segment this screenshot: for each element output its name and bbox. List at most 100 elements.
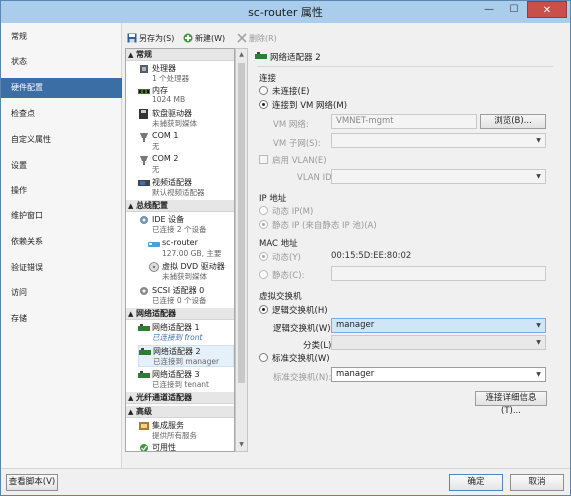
static-mac-field[interactable] <box>331 266 546 281</box>
nav-item[interactable]: 访问 <box>1 283 122 303</box>
vm-subnet-select[interactable]: ▼ <box>331 133 546 148</box>
category-bus[interactable]: ▲ 总线配置 <box>126 200 234 212</box>
tree-item-cpu[interactable]: 处理器 1 个处理器 <box>138 63 234 83</box>
delete-label: 删除(R) <box>249 34 277 43</box>
nav-item[interactable]: 自定义属性 <box>1 130 122 150</box>
tree-item-floppy[interactable]: 软盘驱动器 未捕获到媒体 <box>138 108 234 128</box>
tree-item-dvd[interactable]: 虚拟 DVD 驱动器 未捕获到媒体 <box>148 261 234 281</box>
serial-port-icon <box>140 156 148 165</box>
delete-button[interactable]: 删除(R) <box>237 32 277 46</box>
dynamic-mac-radio[interactable] <box>259 252 268 261</box>
category-label: 光纤通道适配器 <box>136 393 192 402</box>
vswitch-section-title: 虚拟交换机 <box>259 292 302 302</box>
tree-item-availability[interactable]: 可用性 <box>138 442 234 452</box>
standard-switch-select[interactable]: manager ▼ <box>331 367 546 382</box>
tree-item-com1[interactable]: COM 1 无 <box>138 131 234 151</box>
tree-item-com2[interactable]: COM 2 无 <box>138 154 234 174</box>
tree-item-nic2[interactable]: 网络适配器 2 已连接到 manager <box>138 345 234 367</box>
availability-icon <box>140 444 148 451</box>
nav-item[interactable]: 状态 <box>1 52 122 72</box>
standard-switch-radio[interactable] <box>259 353 268 362</box>
category-network[interactable]: ▲ 网络适配器 <box>126 308 234 320</box>
vm-subnet-label: VM 子网(S): <box>273 139 321 149</box>
serial-port-icon <box>140 133 148 142</box>
memory-icon <box>138 89 150 94</box>
tree-item-subtext: 已连接 2 个设备 <box>152 225 207 234</box>
tree-item-integration[interactable]: 集成服务 提供所有服务 <box>138 420 234 440</box>
nav-item[interactable]: 常规 <box>1 27 122 47</box>
vlan-id-select[interactable]: ▼ <box>331 169 546 184</box>
logical-switch-select[interactable]: manager ▼ <box>331 318 546 333</box>
tree-item-label: COM 1 <box>152 131 179 140</box>
tree-item-ide[interactable]: IDE 设备 已连接 2 个设备 <box>138 214 234 234</box>
static-mac-radio[interactable] <box>259 270 268 279</box>
nav-item[interactable]: 检查点 <box>1 104 122 124</box>
tree-item-label: 可用性 <box>152 443 176 452</box>
tree-item-subtext: 1 个处理器 <box>152 74 190 83</box>
delete-icon <box>237 33 247 43</box>
nav-item[interactable]: 操作 <box>1 181 122 201</box>
nav-item[interactable]: 硬件配置 <box>1 78 122 98</box>
dynamic-ip-radio[interactable] <box>259 206 268 215</box>
tree-item-subtext: 已连接到 front <box>152 333 203 342</box>
cancel-button[interactable]: 取消 <box>510 474 564 491</box>
new-button[interactable]: 新建(W) <box>183 32 225 46</box>
connect-vm-network-label: 连接到 VM 网络(M) <box>272 101 348 111</box>
category-label: 高级 <box>136 407 152 416</box>
view-script-button[interactable]: 查看脚本(V) <box>6 474 58 491</box>
ok-button[interactable]: 确定 <box>449 474 503 491</box>
tree-item-scsi[interactable]: SCSI 适配器 0 已连接 0 个设备 <box>138 285 234 305</box>
tree-item-subtext: 127.00 GB, 主要 <box>162 249 222 258</box>
classification-label: 分类(L): <box>303 341 335 351</box>
save-as-button[interactable]: 另存为(S) <box>127 32 174 46</box>
network-adapter-icon <box>138 324 150 331</box>
tree-item-nic3[interactable]: 网络适配器 3 已连接到 tenant <box>138 369 234 389</box>
tree-item-subtext: 无 <box>152 142 160 151</box>
nav-item[interactable]: 存储 <box>1 309 122 329</box>
tree-item-video[interactable]: 视频适配器 默认视频适配器 <box>138 177 234 197</box>
category-fibre-channel[interactable]: ▲ 光纤通道适配器 <box>126 392 234 404</box>
nav-item[interactable]: 依赖关系 <box>1 232 122 252</box>
tree-item-subtext: 提供所有服务 <box>152 431 197 440</box>
scroll-thumb[interactable] <box>238 63 245 383</box>
connection-details-button[interactable]: 连接详细信息(T)... <box>475 391 547 416</box>
tree-item-nic1[interactable]: 网络适配器 1 已连接到 front <box>138 322 234 342</box>
scroll-up-icon[interactable]: ▲ <box>236 49 247 61</box>
category-general[interactable]: ▲ 常规 <box>126 49 234 61</box>
bottom-bar: 查看脚本(V) 确定 取消 <box>1 468 570 495</box>
ide-device-icon <box>140 216 148 224</box>
logical-switch-option-label: 逻辑交换机(H) <box>272 306 328 316</box>
panel-title: 网络适配器 2 <box>270 53 321 63</box>
scroll-down-icon[interactable]: ▼ <box>236 439 247 451</box>
maximize-button[interactable]: ☐ <box>502 1 526 18</box>
close-button[interactable]: ✕ <box>527 1 567 18</box>
minimize-button[interactable]: — <box>477 1 501 18</box>
enable-vlan-checkbox[interactable] <box>259 155 268 164</box>
divider <box>257 66 553 67</box>
logical-switch-label: 逻辑交换机(W): <box>273 324 334 334</box>
browse-button[interactable]: 浏览(B)... <box>480 114 546 129</box>
nav-item[interactable]: 验证错误 <box>1 258 122 278</box>
not-connected-radio[interactable] <box>259 86 268 95</box>
classification-select[interactable]: ▼ <box>331 335 546 350</box>
properties-window: sc-router 属性 — ☐ ✕ 常规 状态 硬件配置 检查点 自定义属性 设置 操作维… <box>0 0 571 496</box>
nav-item[interactable]: 维护窗口 <box>1 206 122 226</box>
static-ip-radio[interactable] <box>259 220 268 229</box>
adapter-settings-panel: 网络适配器 2 连接 未连接(E) 连接到 VM 网络(M) VM 网络: VM… <box>253 48 567 452</box>
tree-item-memory[interactable]: 内存 1024 MB <box>138 85 234 105</box>
nav-item[interactable]: 设置 <box>1 156 122 176</box>
static-ip-label: 静态 IP (来自静态 IP 池)(A) <box>272 221 377 231</box>
tree-item-disk[interactable]: sc-router 127.00 GB, 主要 <box>148 238 234 258</box>
save-icon <box>127 33 137 43</box>
tree-scrollbar[interactable]: ▲ ▼ <box>235 48 248 452</box>
tree-item-subtext: 已连接到 manager <box>153 357 220 366</box>
tree-item-subtext: 未捕获到媒体 <box>152 119 197 128</box>
category-advanced[interactable]: ▲ 高级 <box>126 406 234 418</box>
logical-switch-radio[interactable] <box>259 305 268 314</box>
connect-vm-network-radio[interactable] <box>259 100 268 109</box>
dynamic-ip-label: 动态 IP(M) <box>272 207 314 217</box>
standard-switch-option-label: 标准交换机(W) <box>272 354 330 364</box>
chevron-down-icon: ▼ <box>536 322 541 329</box>
vm-network-field[interactable]: VMNET-mgmt <box>331 114 477 129</box>
floppy-drive-icon <box>139 109 148 119</box>
